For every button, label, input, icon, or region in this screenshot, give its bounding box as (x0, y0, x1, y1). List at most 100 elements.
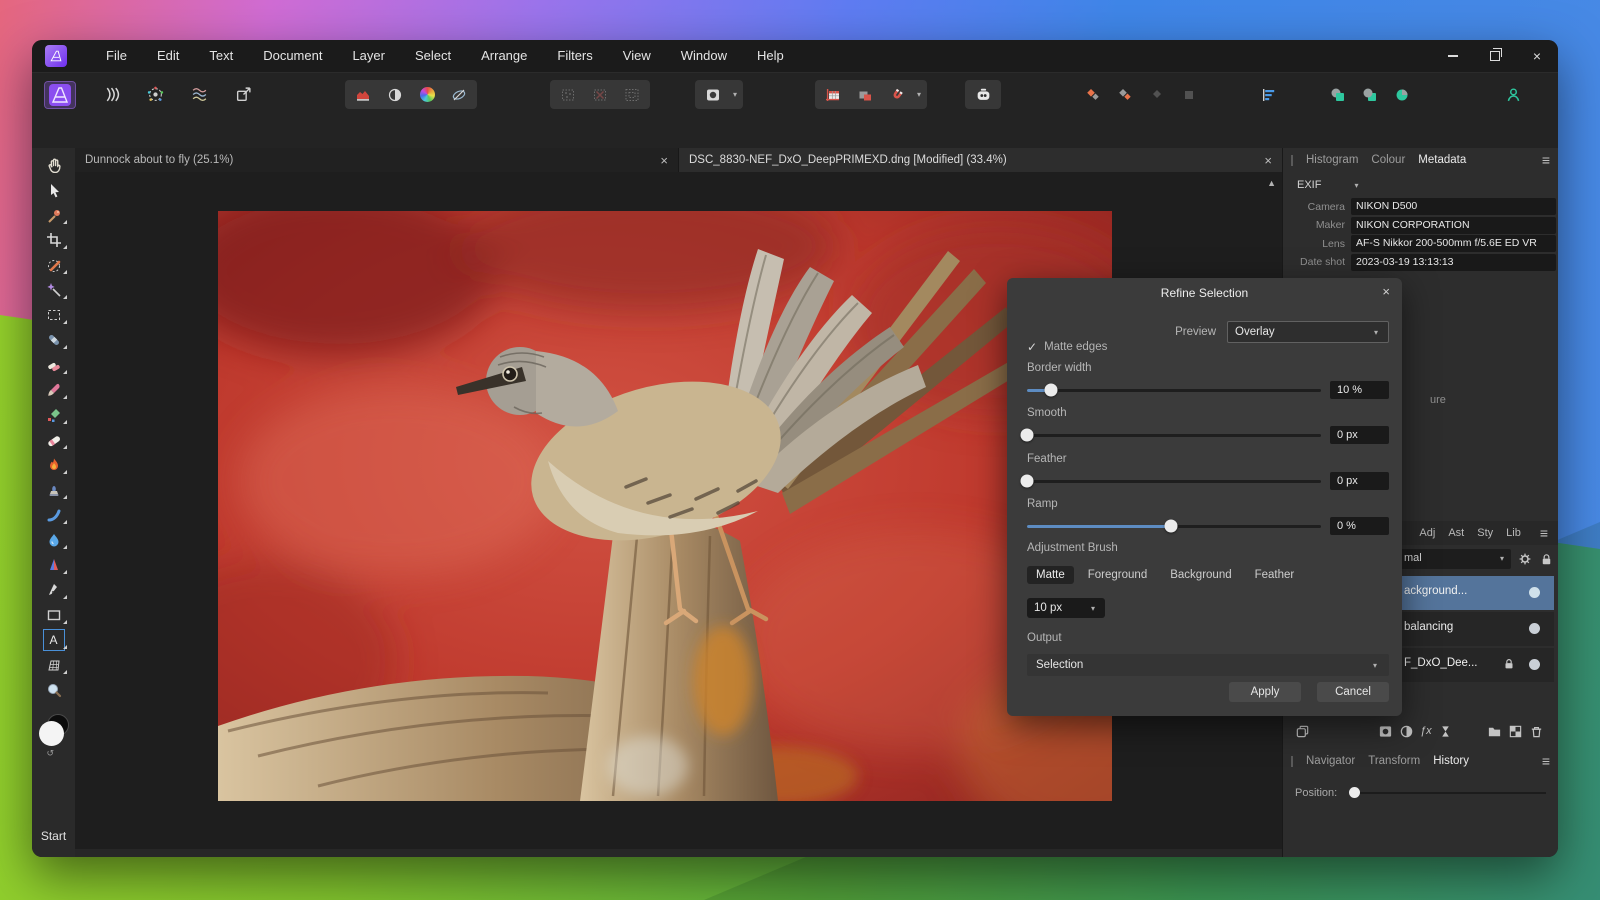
snapping-chevron-icon[interactable]: ▾ (914, 90, 924, 99)
layer-lock-icon[interactable] (1539, 552, 1554, 567)
layer-settings-gear-icon[interactable] (1517, 551, 1533, 567)
brush-mode-background[interactable]: Background (1161, 566, 1240, 584)
close-button[interactable]: × (1516, 40, 1558, 72)
feather-value[interactable]: 0 px (1330, 472, 1389, 490)
inpainting-tool[interactable] (39, 327, 69, 352)
border-width-slider[interactable]: 10 % (1027, 381, 1389, 399)
brush-size-dropdown[interactable]: 10 px ▾ (1027, 598, 1105, 618)
snapping-magnet-icon[interactable] (882, 82, 912, 108)
flood-fill-tool[interactable] (39, 452, 69, 477)
panel-drag-handle[interactable] (1291, 756, 1293, 767)
menu-window[interactable]: Window (666, 40, 742, 72)
layer-visibility-dot[interactable] (1529, 587, 1540, 598)
history-position-thumb[interactable] (1349, 787, 1360, 798)
menu-text[interactable]: Text (194, 40, 248, 72)
liquify-persona-button[interactable] (96, 81, 126, 107)
ramp-slider[interactable]: 0 % (1027, 517, 1389, 535)
order-backward-icon[interactable] (1110, 82, 1140, 108)
slider-thumb[interactable] (1021, 475, 1034, 488)
paint-brush-tool[interactable] (39, 377, 69, 402)
pressure-ellipse-icon[interactable] (444, 82, 474, 108)
slider-track[interactable] (1027, 389, 1321, 392)
photo-persona-button[interactable] (45, 82, 75, 108)
cancel-button[interactable]: Cancel (1317, 682, 1389, 702)
tab-colour[interactable]: Colour (1371, 154, 1405, 166)
swap-colours-icon[interactable]: ↺ (47, 748, 55, 759)
panel-drag-handle[interactable] (1291, 155, 1293, 166)
select-sampled-colour-icon[interactable] (553, 82, 583, 108)
tab-ast[interactable]: Ast (1448, 527, 1464, 539)
colour-swatches[interactable]: ↺ (37, 714, 71, 756)
doc-tab-dunnock[interactable]: Dunnock about to fly (25.1%) × (75, 148, 678, 172)
assistant-icon[interactable] (968, 82, 998, 108)
tab-sty[interactable]: Sty (1477, 527, 1493, 539)
menu-document[interactable]: Document (248, 40, 337, 72)
smooth-value[interactable]: 0 px (1330, 426, 1389, 444)
slider-thumb[interactable] (1165, 520, 1178, 533)
snapping-grid-icon[interactable] (818, 82, 848, 108)
tab-histogram[interactable]: Histogram (1306, 154, 1358, 166)
smooth-slider[interactable]: 0 px (1027, 426, 1389, 444)
order-front-icon[interactable] (1142, 82, 1172, 108)
flood-select-tool[interactable] (39, 277, 69, 302)
pixel-brush-tool[interactable] (39, 402, 69, 427)
meta-value-maker[interactable]: NIKON CORPORATION (1351, 217, 1556, 234)
mask-layer-icon[interactable] (1378, 724, 1393, 739)
layer-visibility-dot[interactable] (1529, 659, 1540, 670)
history-menu-icon[interactable]: ≡ (1542, 753, 1550, 769)
menu-view[interactable]: View (608, 40, 666, 72)
clone-stamp-tool[interactable] (39, 477, 69, 502)
account-icon[interactable] (1498, 82, 1528, 108)
hourglass-icon[interactable] (1438, 724, 1453, 739)
foreground-colour-swatch[interactable] (39, 721, 64, 746)
history-position-slider[interactable] (1349, 792, 1546, 794)
zoom-tool[interactable] (39, 677, 69, 702)
brush-mode-matte[interactable]: Matte (1027, 566, 1074, 584)
split-view-icon[interactable] (380, 82, 410, 108)
tab-navigator[interactable]: Navigator (1306, 755, 1355, 767)
text-tool[interactable] (39, 627, 69, 652)
geometry-subtract-icon[interactable] (1355, 82, 1385, 108)
geometry-add-icon[interactable] (1323, 82, 1353, 108)
layers-menu-icon[interactable]: ≡ (1540, 525, 1548, 541)
smudge-tool[interactable] (39, 502, 69, 527)
menu-select[interactable]: Select (400, 40, 466, 72)
export-persona-button[interactable] (228, 81, 258, 107)
slider-thumb[interactable] (1021, 429, 1034, 442)
order-back-icon[interactable] (1174, 82, 1204, 108)
slider-track[interactable] (1027, 525, 1321, 528)
order-forward-icon[interactable] (1078, 82, 1108, 108)
menu-layer[interactable]: Layer (337, 40, 400, 72)
view-tool[interactable] (39, 152, 69, 177)
menu-edit[interactable]: Edit (142, 40, 194, 72)
ramp-value[interactable]: 0 % (1330, 517, 1389, 535)
healing-tool[interactable] (39, 352, 69, 377)
slider-track[interactable] (1027, 480, 1321, 483)
colour-picker-tool[interactable] (39, 202, 69, 227)
tab-transform[interactable]: Transform (1368, 755, 1420, 767)
menu-arrange[interactable]: Arrange (466, 40, 542, 72)
extended-histogram-icon[interactable] (348, 82, 378, 108)
meta-value-date-shot[interactable]: 2023-03-19 13:13:13 (1351, 254, 1556, 271)
brush-mode-foreground[interactable]: Foreground (1079, 566, 1156, 584)
menu-file[interactable]: File (91, 40, 142, 72)
slider-thumb[interactable] (1044, 384, 1057, 397)
develop-persona-button[interactable] (140, 81, 170, 107)
pen-tool[interactable] (39, 577, 69, 602)
geometry-divide-icon[interactable] (1387, 82, 1417, 108)
border-width-value[interactable]: 10 % (1330, 381, 1389, 399)
restore-button[interactable] (1474, 40, 1516, 72)
pixel-alignment-icon[interactable] (850, 82, 880, 108)
delete-layer-trash-icon[interactable] (1529, 724, 1544, 739)
horizontal-scrollbar[interactable] (75, 849, 1282, 857)
rectangle-tool[interactable] (39, 602, 69, 627)
meta-value-lens[interactable]: AF-S Nikkor 200-500mm f/5.6E ED VR (1351, 235, 1556, 252)
matte-edges-checkbox[interactable]: ✓ Matte edges (1027, 340, 1107, 354)
tab-lib[interactable]: Lib (1506, 527, 1521, 539)
menu-filters[interactable]: Filters (542, 40, 607, 72)
panel-menu-icon[interactable]: ≡ (1542, 152, 1550, 168)
menu-help[interactable]: Help (742, 40, 799, 72)
move-tool[interactable] (39, 177, 69, 202)
sharpen-tool[interactable] (39, 552, 69, 577)
live-filter-fx-icon[interactable]: ƒx (1420, 725, 1432, 737)
